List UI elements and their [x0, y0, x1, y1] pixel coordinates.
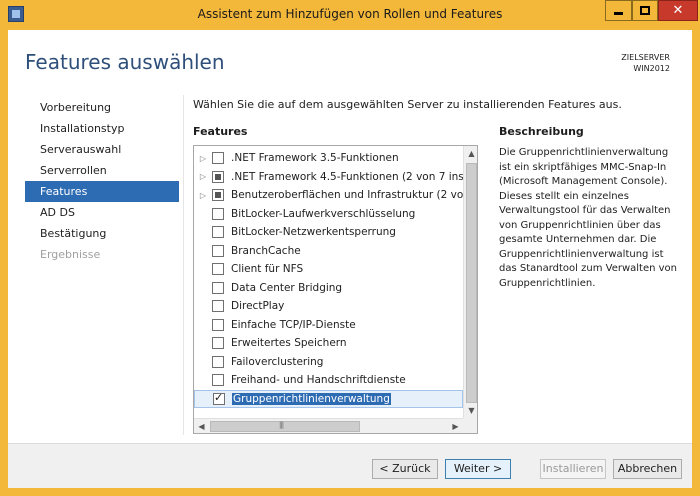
cancel-button[interactable]: Abbrechen [613, 459, 682, 479]
feature-checkbox[interactable] [212, 244, 224, 257]
feature-label: Client für NFS [231, 263, 304, 276]
feature-checkbox[interactable] [212, 355, 224, 368]
vertical-scrollbar[interactable]: ▲ ▼ [463, 146, 477, 418]
feature-row[interactable]: DirectPlay [194, 297, 463, 316]
scroll-up-icon[interactable]: ▲ [464, 146, 477, 161]
expand-arrow-icon[interactable]: ▷ [194, 172, 212, 181]
feature-row[interactable]: Freihand- und Handschriftdienste [194, 371, 463, 390]
wizard-footer: < Zurück Weiter > Installieren Abbrechen [8, 444, 692, 488]
feature-label: Erweitertes Speichern [231, 337, 347, 350]
feature-label: Failoverclustering [231, 355, 324, 368]
feature-label: Einfache TCP/IP-Dienste [231, 318, 356, 331]
features-list: ▷ .NET Framework 3.5-Funktionen ▷ .NET Fram… [194, 149, 463, 408]
feature-checkbox[interactable] [212, 374, 224, 387]
next-button[interactable]: Weiter > [445, 459, 511, 479]
feature-row[interactable]: Einfache TCP/IP-Dienste [194, 316, 463, 335]
feature-label: .NET Framework 4.5-Funktionen (2 von 7 i… [231, 170, 463, 183]
feature-row[interactable]: Data Center Bridging [194, 279, 463, 298]
feature-row[interactable]: BranchCache [194, 242, 463, 261]
target-server-name: WIN2012 [633, 64, 670, 73]
feature-checkbox[interactable] [212, 318, 224, 331]
feature-checkbox[interactable] [212, 152, 224, 165]
feature-label: .NET Framework 3.5-Funktionen [231, 152, 399, 165]
feature-row[interactable]: ▷ .NET Framework 3.5-Funktionen [194, 149, 463, 168]
scroll-right-icon[interactable]: ▶ [448, 419, 463, 433]
scroll-left-icon[interactable]: ◀ [194, 419, 209, 433]
horizontal-scroll-thumb[interactable] [210, 421, 360, 432]
scroll-grip-icon: ||| [279, 421, 284, 429]
wizard-client-area: Features auswählen ZIELSERVER WIN2012 Vo… [8, 30, 692, 488]
page-title: Features auswählen [25, 50, 225, 74]
feature-label: Data Center Bridging [231, 281, 343, 294]
instruction-text: Wählen Sie die auf dem ausgewählten Serv… [193, 98, 622, 111]
feature-label: BitLocker-Netzwerkentsperrung [231, 226, 396, 239]
window-title: Assistent zum Hinzufügen von Rollen und … [197, 7, 503, 21]
vertical-scroll-thumb[interactable] [466, 163, 477, 403]
nav-item-bestaetigung[interactable]: Bestätigung [25, 223, 179, 244]
feature-checkbox[interactable] [212, 170, 224, 183]
back-button[interactable]: < Zurück [372, 459, 438, 479]
feature-label: Freihand- und Handschriftdienste [231, 374, 406, 387]
feature-row[interactable]: Gruppenrichtlinienverwaltung [194, 389, 463, 408]
feature-checkbox[interactable] [212, 337, 224, 350]
maximize-button[interactable] [632, 0, 658, 21]
feature-label: BitLocker-Laufwerkverschlüsselung [231, 207, 416, 220]
scroll-down-icon[interactable]: ▼ [464, 403, 477, 418]
description-heading: Beschreibung [499, 125, 584, 138]
feature-row[interactable]: Failoverclustering [194, 353, 463, 372]
wizard-window: Assistent zum Hinzufügen von Rollen und … [0, 0, 700, 496]
nav-item-serverrollen[interactable]: Serverrollen [25, 160, 179, 181]
nav-item-vorbereitung[interactable]: Vorbereitung [25, 97, 179, 118]
maximize-icon [640, 6, 650, 15]
feature-row[interactable]: Erweitertes Speichern [194, 334, 463, 353]
features-tree[interactable]: ▷ .NET Framework 3.5-Funktionen ▷ .NET Fram… [193, 145, 478, 434]
feature-row[interactable]: ▷ Benutzeroberflächen und Infrastruktur (… [194, 186, 463, 205]
feature-checkbox[interactable] [212, 226, 224, 239]
nav-item-installationstyp[interactable]: Installationstyp [25, 118, 179, 139]
feature-row[interactable]: Client für NFS [194, 260, 463, 279]
expand-arrow-icon[interactable]: ▷ [194, 154, 212, 163]
target-server-info: ZIELSERVER WIN2012 [621, 52, 670, 74]
minimize-icon [614, 12, 623, 15]
description-text: Die Gruppenrichtlinienverwaltung ist ein… [499, 147, 678, 289]
features-heading: Features [193, 125, 248, 138]
scrollbar-corner [463, 418, 477, 433]
nav-item-features[interactable]: Features [25, 181, 179, 202]
feature-label: Benutzeroberflächen und Infrastruktur (2… [231, 189, 463, 202]
nav-item-ad-ds[interactable]: AD DS [25, 202, 179, 223]
target-server-label: ZIELSERVER [621, 53, 670, 62]
expand-arrow-icon[interactable]: ▷ [194, 191, 212, 200]
feature-label: DirectPlay [231, 300, 285, 313]
minimize-button[interactable] [605, 0, 632, 21]
install-button: Installieren [540, 459, 606, 479]
feature-row[interactable]: BitLocker-Netzwerkentsperrung [194, 223, 463, 242]
horizontal-scrollbar[interactable]: ◀ ||| ▶ [194, 418, 463, 433]
feature-row[interactable]: ▷ .NET Framework 4.5-Funktionen (2 von 7 … [194, 168, 463, 187]
feature-checkbox[interactable] [212, 263, 224, 276]
nav-item-ergebnisse: Ergebnisse [40, 248, 101, 261]
nav-divider [183, 95, 184, 435]
nav-item-serverauswahl[interactable]: Serverauswahl [25, 139, 179, 160]
feature-label: BranchCache [231, 244, 301, 257]
feature-checkbox[interactable] [212, 189, 224, 202]
feature-checkbox[interactable] [212, 281, 224, 294]
feature-checkbox[interactable] [213, 391, 225, 405]
wizard-nav: Vorbereitung Installationstyp Serverausw… [25, 97, 179, 265]
feature-row[interactable]: BitLocker-Laufwerkverschlüsselung [194, 205, 463, 224]
feature-label: Gruppenrichtlinienverwaltung [232, 392, 391, 405]
close-button[interactable]: ✕ [658, 0, 698, 21]
feature-checkbox[interactable] [212, 207, 224, 220]
close-icon: ✕ [672, 3, 684, 18]
title-bar[interactable]: Assistent zum Hinzufügen von Rollen und … [0, 0, 700, 30]
feature-checkbox[interactable] [212, 300, 224, 313]
